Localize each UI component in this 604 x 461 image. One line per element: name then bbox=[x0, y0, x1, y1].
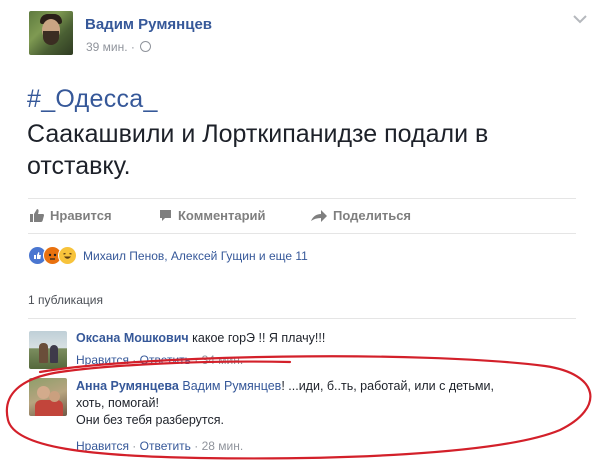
comment-time[interactable]: · 34 мин. bbox=[191, 353, 243, 367]
commenter-name[interactable]: Анна Румянцева bbox=[76, 379, 179, 393]
comment-text: какое горЭ !! Я плачу!!! bbox=[188, 331, 326, 345]
comment-time[interactable]: · 28 мин. bbox=[191, 439, 243, 453]
comment-label: Комментарий bbox=[178, 208, 266, 223]
separator: · bbox=[128, 353, 140, 367]
comment-icon bbox=[160, 210, 171, 221]
comment-line: Анна Румянцева Вадим Румянцев! ...иди, б… bbox=[76, 378, 576, 395]
post-time[interactable]: 39 мин. · bbox=[86, 40, 135, 54]
post-text: Саакашвили и Лорткипанидзе подали в отст… bbox=[27, 120, 489, 180]
like-label: Нравится bbox=[50, 208, 112, 223]
comment-like-link[interactable]: Нравится bbox=[76, 353, 129, 367]
share-button[interactable]: Поделиться bbox=[311, 208, 411, 223]
like-button[interactable]: Нравится bbox=[30, 208, 112, 223]
separator: · bbox=[128, 439, 140, 453]
divider bbox=[28, 318, 576, 319]
comment-actions: Нравится · Ответить · 28 мин. bbox=[76, 439, 243, 453]
comment-line: хоть, помогай! bbox=[76, 396, 159, 410]
comment-button[interactable]: Комментарий bbox=[159, 208, 266, 223]
post-hashtag[interactable]: #_Одесса_ bbox=[27, 85, 158, 114]
comment-body: Анна Румянцева Вадим Румянцев! ...иди, б… bbox=[76, 378, 576, 429]
comment-mention[interactable]: Вадим Румянцев bbox=[182, 379, 281, 393]
author-avatar[interactable] bbox=[29, 11, 73, 55]
comment-like-link[interactable]: Нравится bbox=[76, 439, 129, 453]
comment-reply-link[interactable]: Ответить bbox=[140, 439, 191, 453]
comment-text: ! ...иди, б..ть, работай, или с детьми, bbox=[281, 379, 494, 393]
divider bbox=[28, 198, 576, 199]
post-timestamp[interactable]: 39 мин. · bbox=[86, 40, 152, 54]
share-arrow-icon bbox=[311, 209, 327, 222]
commenter-avatar[interactable] bbox=[29, 378, 67, 416]
comment-actions: Нравится · Ответить · 34 мин. bbox=[76, 353, 243, 367]
commenter-name[interactable]: Оксана Мошкович bbox=[76, 331, 189, 345]
divider bbox=[28, 233, 576, 234]
commenter-avatar[interactable] bbox=[29, 331, 67, 369]
thumbs-up-icon bbox=[30, 209, 44, 222]
chevron-down-icon[interactable] bbox=[571, 12, 589, 26]
reactions-summary[interactable]: Михаил Пенов, Алексей Гущин и еще 11 bbox=[83, 249, 308, 263]
globe-icon bbox=[140, 41, 152, 52]
comment-reply-link[interactable]: Ответить bbox=[140, 353, 191, 367]
share-label: Поделиться bbox=[333, 208, 412, 223]
comment-body: Оксана Мошкович какое горЭ !! Я плачу!!! bbox=[76, 330, 576, 347]
shares-count[interactable]: 1 публикация bbox=[28, 293, 103, 307]
comment-line: Они без тебя разберутся. bbox=[76, 413, 224, 427]
reactions-row[interactable]: Михаил Пенов, Алексей Гущин и еще 11 bbox=[28, 246, 308, 265]
haha-reaction-icon bbox=[58, 246, 77, 265]
post-author-name[interactable]: Вадим Румянцев bbox=[85, 16, 212, 33]
